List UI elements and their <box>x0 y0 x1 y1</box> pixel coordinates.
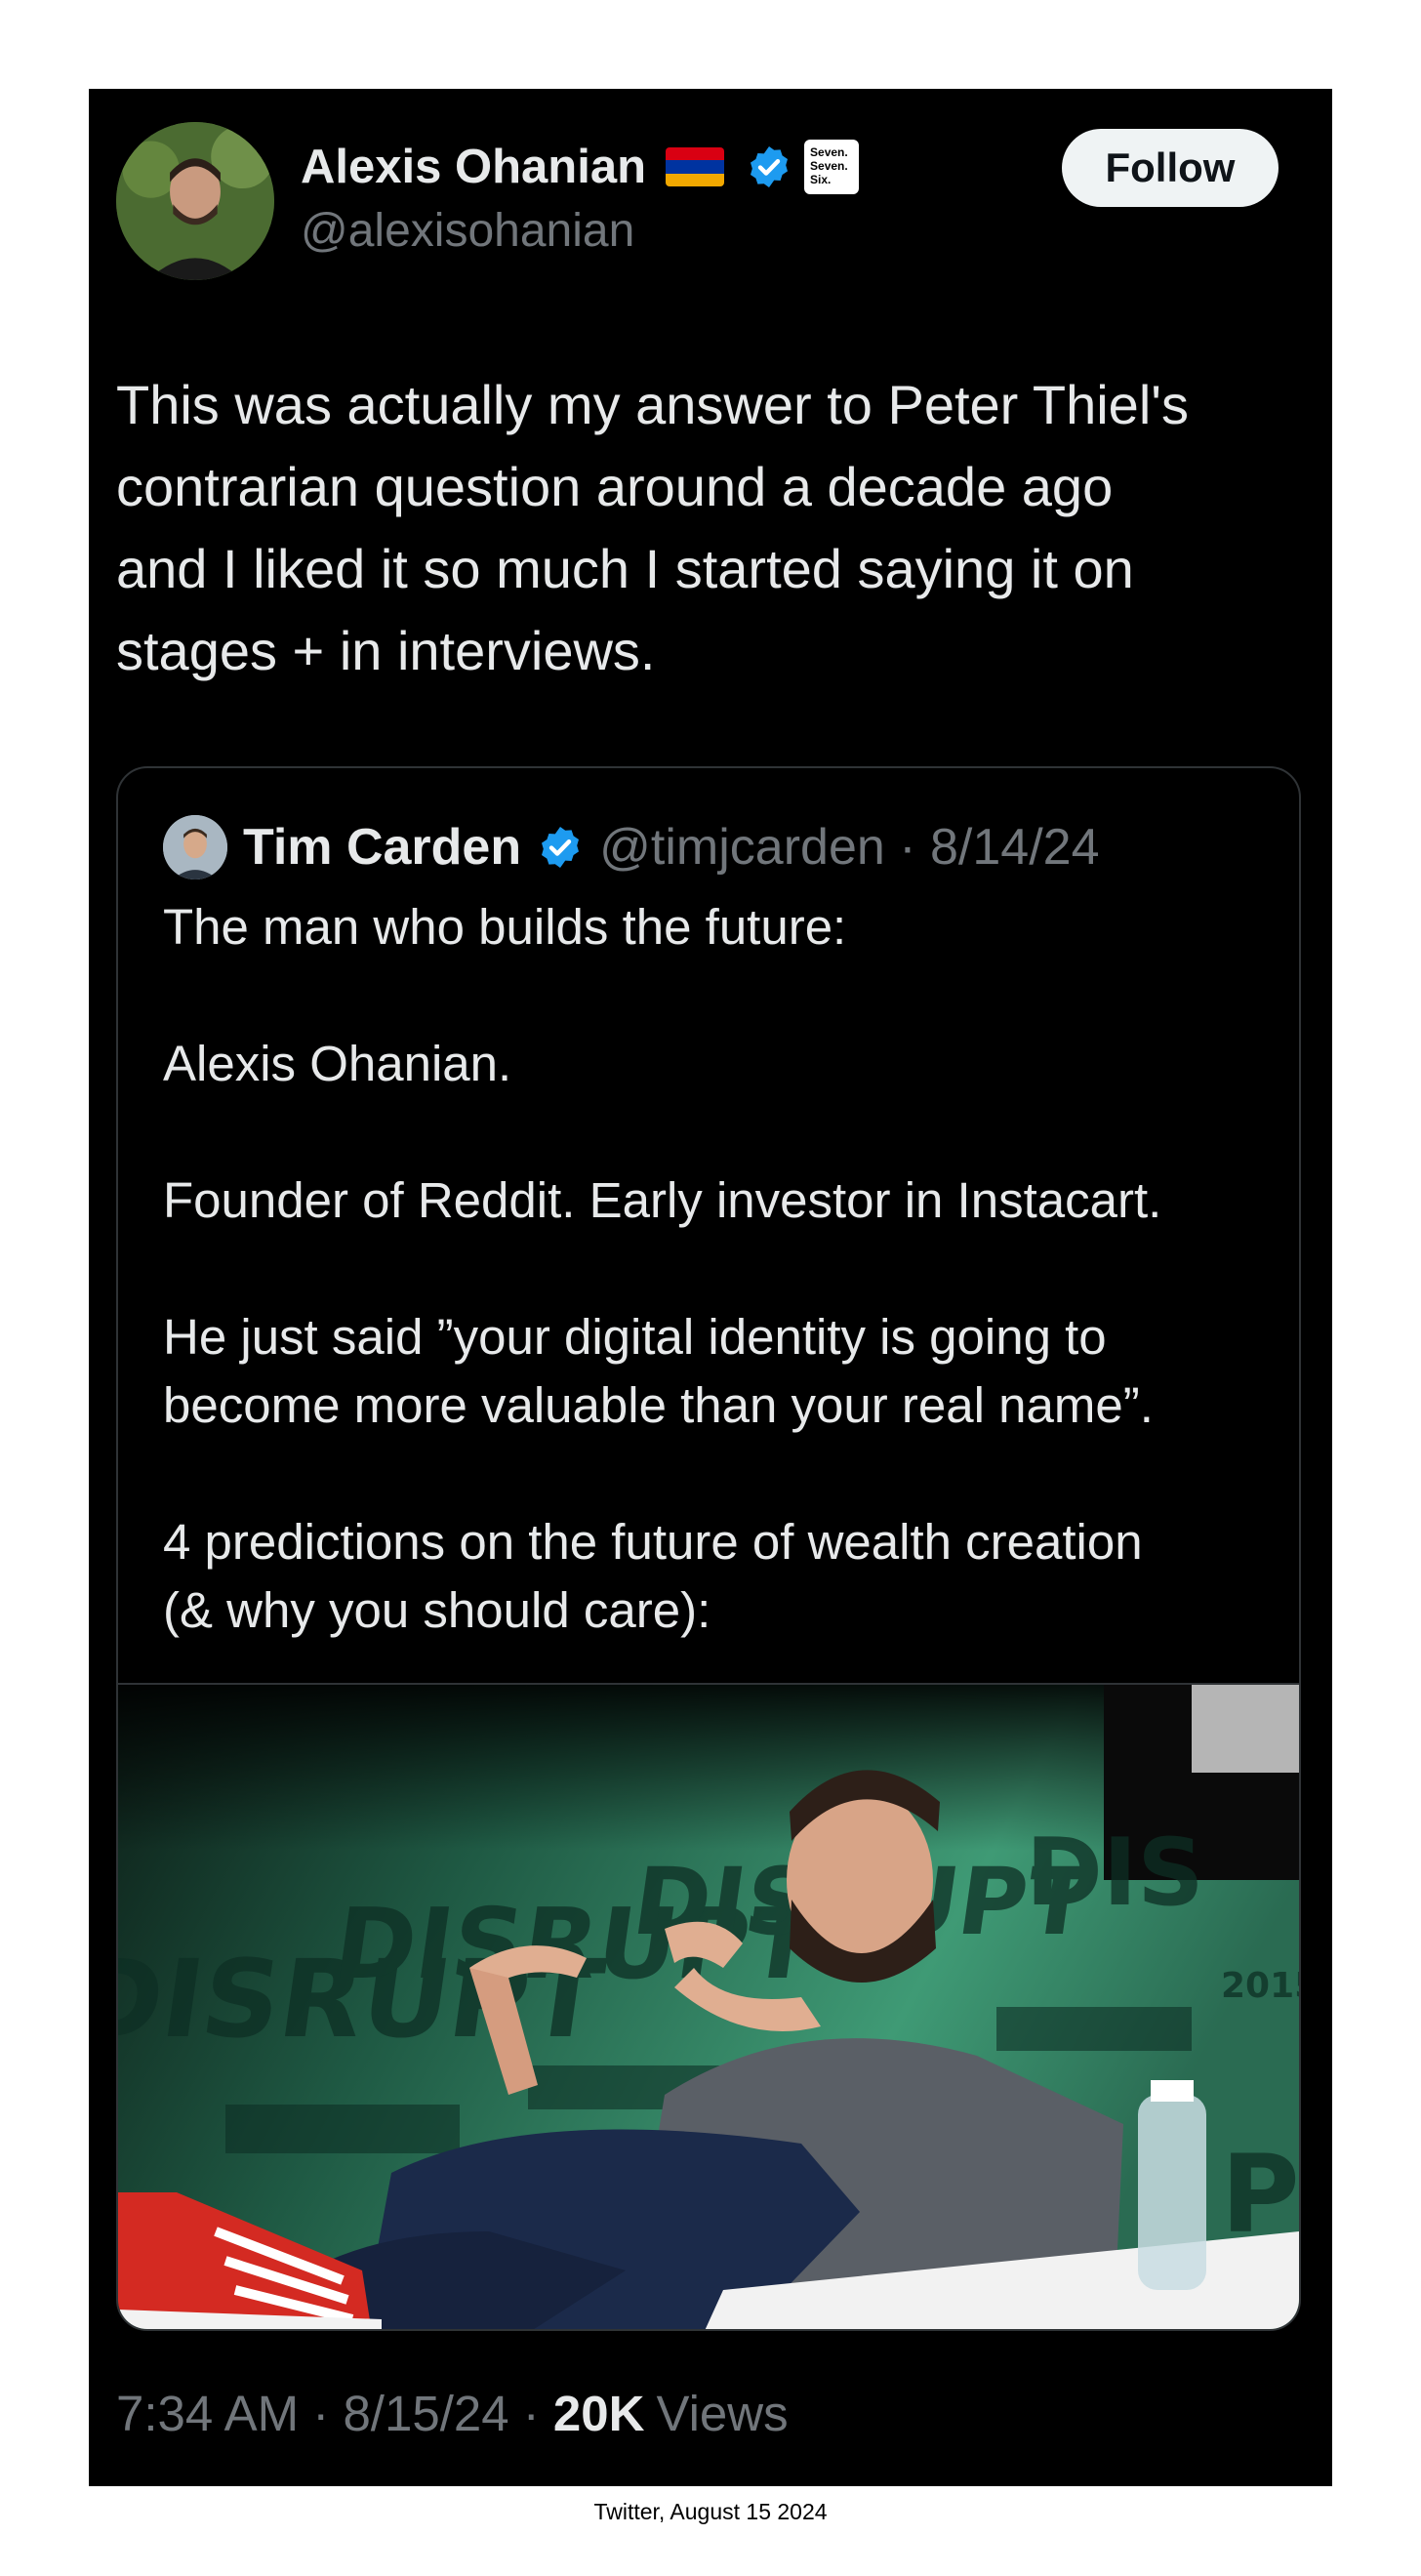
tweet-card: Alexis Ohanian Seven. Seven. Six. @alexi… <box>89 89 1332 2486</box>
signage-text: 2015 <box>1221 1966 1299 2006</box>
author-name-row: Alexis Ohanian Seven. Seven. Six. <box>301 136 860 198</box>
quoted-tweet-header: Tim Carden @timjcarden · 8/14/24 <box>163 813 1099 881</box>
affiliate-badge-icon[interactable]: Seven. Seven. Six. <box>804 140 860 194</box>
author-avatar-image <box>116 122 274 280</box>
quoted-author-avatar-image <box>163 815 227 879</box>
quoted-tweet[interactable]: Tim Carden @timjcarden · 8/14/24 The man… <box>116 766 1301 2331</box>
quoted-tweet-photo[interactable]: DISRUPT DISRUPT DISRUPT DIS PT 2015 <box>118 1683 1299 2329</box>
follow-button[interactable]: Follow <box>1062 129 1279 207</box>
affiliate-badge-line: Seven. <box>810 159 848 173</box>
author-handle[interactable]: @alexisohanian <box>301 204 634 258</box>
armenia-flag-icon <box>666 147 725 186</box>
signage-text: DIS <box>1026 1820 1204 1927</box>
affiliate-badge-line: Six. <box>810 173 832 186</box>
author-avatar[interactable] <box>116 122 274 280</box>
verified-icon[interactable] <box>746 143 792 190</box>
quoted-author-avatar[interactable] <box>163 815 227 879</box>
stage-photo: DISRUPT DISRUPT DISRUPT DIS PT 2015 <box>118 1685 1299 2329</box>
author-display-name[interactable]: Alexis Ohanian <box>301 140 646 194</box>
tweet-text: This was actually my answer to Peter Thi… <box>116 374 1189 681</box>
affiliate-badge-line: Seven. <box>810 145 848 159</box>
quoted-author-name[interactable]: Tim Carden <box>243 818 521 877</box>
quoted-author-handle-date[interactable]: @timjcarden · 8/14/24 <box>599 818 1099 877</box>
quoted-tweet-text: The man who builds the future: Alexis Oh… <box>163 899 1162 1638</box>
views-label: Views <box>656 2386 789 2441</box>
verified-icon[interactable] <box>537 824 584 871</box>
views-count: 20K <box>552 2386 645 2441</box>
tweet-timestamp[interactable]: 7:34 AM · 8/15/24 · <box>116 2385 553 2442</box>
tweet-meta: 7:34 AM · 8/15/24 · 20K Views <box>116 2385 789 2442</box>
image-caption: Twitter, August 15 2024 <box>593 2499 828 2524</box>
